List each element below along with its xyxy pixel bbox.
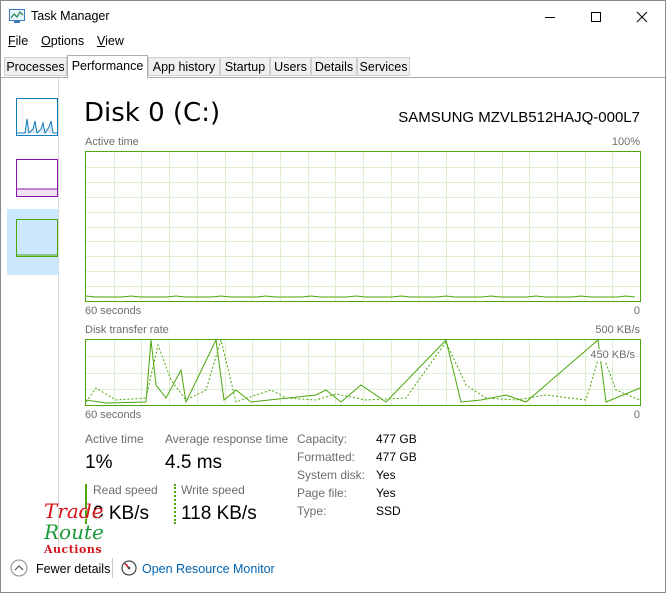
tab-users[interactable]: Users [270, 57, 311, 76]
transfer-rate-scale-marker: 450 KB/s [589, 349, 636, 361]
active-time-graph-label: Active time [85, 136, 139, 148]
watermark-line2: Route [44, 520, 104, 544]
tab-performance[interactable]: Performance [67, 55, 148, 78]
transfer-rate-graph-canvas [86, 340, 640, 405]
tab-services[interactable]: Services [357, 57, 410, 76]
transfer-rate-graph-max: 500 KB/s [595, 324, 640, 336]
menu-file[interactable]: File [8, 34, 28, 48]
capacity-value: 477 GB [376, 432, 417, 446]
collapse-chevron-icon[interactable] [10, 559, 28, 577]
type-label: Type: [297, 504, 327, 518]
tab-details[interactable]: Details [311, 57, 357, 76]
type-value: SSD [376, 504, 401, 518]
avg-response-value: 4.5 ms [165, 452, 223, 473]
active-time-graph-max: 100% [611, 136, 640, 148]
resource-cpu-thumbnail[interactable] [16, 98, 58, 136]
menu-view[interactable]: View [97, 34, 124, 48]
active-time-graph-min: 0 [633, 305, 640, 317]
task-manager-icon [9, 9, 25, 23]
footer-bar: Fewer details Open Resource Monitor [1, 554, 665, 584]
disk-title: Disk 0 (C:) [84, 98, 221, 128]
write-speed-label: Write speed [181, 483, 245, 497]
panel-separator [58, 78, 59, 546]
memory-mini-graph [17, 188, 57, 196]
page-file-value: Yes [376, 486, 396, 500]
active-time-trace [86, 295, 636, 298]
minimize-button[interactable] [527, 1, 573, 32]
transfer-rate-graph: 450 KB/s [85, 339, 641, 406]
page-file-label: Page file: [297, 486, 348, 500]
transfer-rate-graph-duration: 60 seconds [85, 409, 142, 421]
formatted-label: Formatted: [297, 450, 356, 464]
active-time-graph [85, 151, 641, 302]
active-time-graph-canvas [86, 152, 640, 301]
tab-startup[interactable]: Startup [220, 57, 270, 76]
capacity-label: Capacity: [297, 432, 348, 446]
menu-bar: File Options View [1, 32, 665, 52]
formatted-value: 477 GB [376, 450, 417, 464]
cpu-mini-graph [17, 118, 57, 135]
watermark-line1: Trade [44, 499, 104, 523]
write-speed-indicator [174, 484, 176, 524]
tab-processes[interactable]: Processes [4, 57, 67, 76]
resource-memory-thumbnail[interactable] [16, 159, 58, 197]
resource-disk-thumbnail[interactable] [16, 219, 58, 257]
tab-app-history[interactable]: App history [148, 57, 220, 76]
maximize-icon [591, 11, 601, 22]
avg-response-label: Average response time [165, 432, 289, 446]
task-manager-window: Task Manager File Options View Processes… [0, 0, 666, 593]
transfer-rate-graph-label: Disk transfer rate [85, 324, 169, 336]
disk-model: SAMSUNG MZVLB512HAJQ-000L7 [398, 109, 640, 126]
resource-monitor-icon [121, 560, 137, 576]
system-disk-label: System disk: [297, 468, 366, 482]
transfer-rate-graph-min: 0 [633, 409, 640, 421]
active-time-graph-duration: 60 seconds [85, 305, 142, 317]
tab-strip: Processes Performance App history Startu… [1, 55, 665, 78]
read-speed-label: Read speed [93, 483, 158, 497]
menu-options[interactable]: Options [41, 34, 84, 48]
close-button[interactable] [619, 1, 665, 32]
title-bar[interactable]: Task Manager [1, 1, 665, 32]
system-disk-value: Yes [376, 468, 396, 482]
resource-list [1, 78, 58, 546]
active-time-label: Active time [85, 432, 144, 446]
fewer-details-link[interactable]: Fewer details [36, 562, 110, 576]
watermark-logo: Trade Route Auctions [44, 501, 104, 555]
write-speed-value: 118 KB/s [181, 503, 257, 524]
minimize-icon [545, 16, 555, 18]
maximize-button[interactable] [573, 1, 619, 32]
window-title: Task Manager [31, 9, 110, 23]
close-icon [636, 11, 648, 22]
disk-mini-graph [17, 254, 57, 256]
active-time-value: 1% [85, 452, 113, 473]
footer-divider [112, 558, 113, 578]
open-resource-monitor-link[interactable]: Open Resource Monitor [142, 562, 275, 576]
